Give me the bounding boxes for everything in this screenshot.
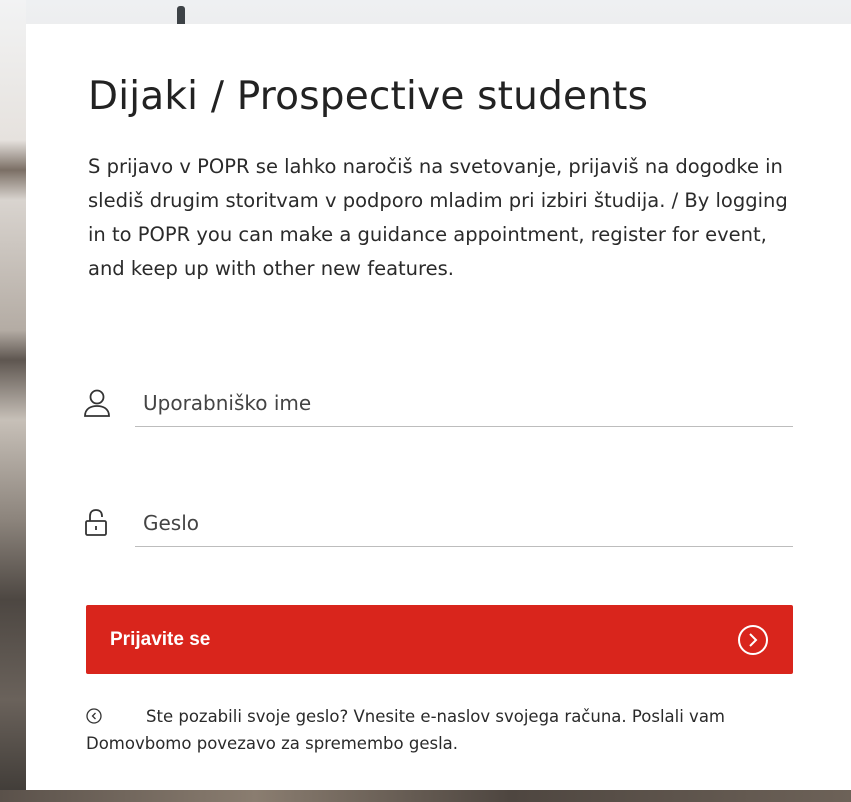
background-image-bottom: [0, 790, 851, 802]
password-reset-link[interactable]: Domovbomo povezavo za spremembo gesla.: [86, 734, 458, 753]
page-title: Dijaki / Prospective students: [88, 74, 649, 119]
username-input[interactable]: [135, 380, 793, 427]
forgot-password-message: Ste pozabili svoje geslo? Vnesite e-nasl…: [146, 707, 726, 726]
intro-text: S prijavo v POPR se lahko naročiš na sve…: [88, 155, 788, 280]
background-spire: [177, 6, 185, 24]
arrow-right-circle-icon: [737, 624, 769, 656]
background-image-left: [0, 0, 26, 802]
login-card: Dijaki / Prospective students S prijavo …: [26, 24, 851, 790]
username-field-group: [82, 380, 793, 428]
user-icon: [82, 386, 116, 420]
back-circle-icon[interactable]: [86, 705, 102, 724]
login-button[interactable]: Prijavite se: [86, 605, 793, 674]
lock-icon: [82, 506, 116, 540]
login-button-label: Prijavite se: [110, 629, 211, 650]
password-input[interactable]: [135, 500, 793, 547]
password-field-group: [82, 500, 793, 548]
forgot-password-text: Ste pozabili svoje geslo? Vnesite e-nasl…: [86, 703, 796, 757]
